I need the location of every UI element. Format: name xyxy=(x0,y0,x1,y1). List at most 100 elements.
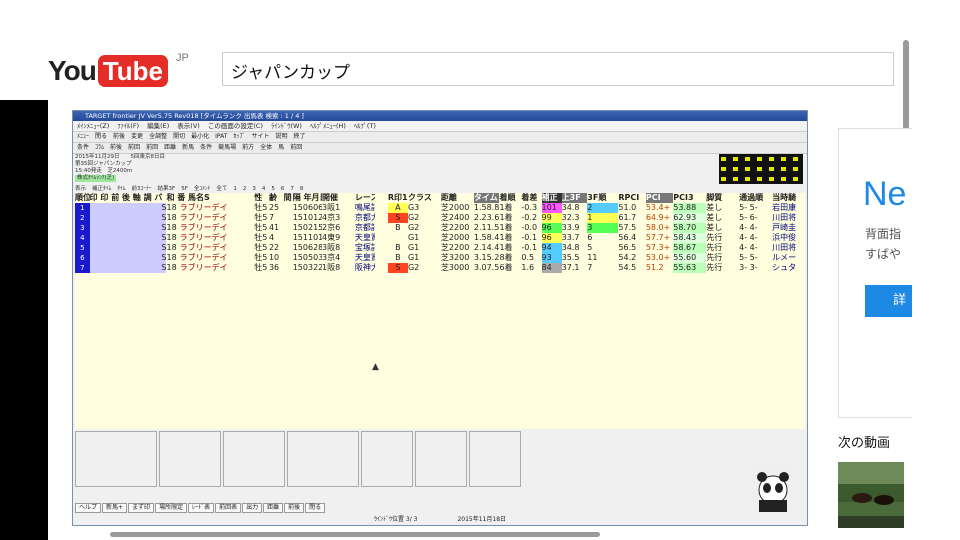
tab-8[interactable]: 1 xyxy=(233,185,237,193)
ad-details-button[interactable]: 詳 xyxy=(865,285,913,317)
table-row[interactable]: 1S18ラブリーデイ牡5251506063阪1鳴尾記念G3AG3芝20001.5… xyxy=(75,203,805,213)
table-row[interactable]: 6S18ラブリーデイ牡5101505033京4天皇賞春G1BG1芝32003.1… xyxy=(75,253,805,263)
menu-item-help[interactable]: ﾍﾙﾌﾟ(T) xyxy=(354,121,376,131)
tool2-9[interactable]: 前方 xyxy=(242,143,254,153)
tab-7[interactable]: 全て xyxy=(216,185,227,193)
cell-horse-name[interactable]: ラブリーデイ xyxy=(180,233,228,242)
fkey-f8[interactable]: 距離 xyxy=(263,503,284,513)
header-interval[interactable]: 間 xyxy=(284,193,293,203)
tool2-12[interactable]: 前回 xyxy=(290,143,302,153)
filter-group-period[interactable] xyxy=(223,431,285,487)
tab-4[interactable]: 結果3F xyxy=(158,185,176,193)
tool-menu[interactable]: ﾒﾆｭｰ xyxy=(77,132,89,142)
filter-group-track[interactable] xyxy=(469,431,521,487)
tool-exit[interactable]: 終了 xyxy=(293,132,305,142)
vertical-scrollbar[interactable] xyxy=(903,40,909,130)
fkey-f6[interactable]: 前回表 xyxy=(215,503,242,513)
header-style[interactable]: 脚質 xyxy=(706,193,739,203)
search-input[interactable]: ジャパンカップ xyxy=(222,52,894,86)
header-pci[interactable]: PCI xyxy=(645,193,674,203)
channel-watermark[interactable] xyxy=(749,464,797,512)
tab-1[interactable]: 補正ﾀｲﾑ xyxy=(92,185,111,193)
tab-3[interactable]: 前3ｺｰﾅｰ xyxy=(132,185,152,193)
header-hosei[interactable]: 補正 xyxy=(541,193,562,203)
header-jockey[interactable]: 当時騎 xyxy=(772,193,805,203)
menu-item-window[interactable]: ﾗｲﾝﾄﾞｳ(W) xyxy=(271,121,302,131)
header-time[interactable]: タイム xyxy=(473,193,500,203)
tool-close[interactable]: 閉る xyxy=(95,132,107,142)
header-horse[interactable]: 和 番 馬名S xyxy=(166,193,254,203)
tool2-3[interactable]: 前回 xyxy=(128,143,140,153)
tool2-5[interactable]: 距離 xyxy=(164,143,176,153)
cell-horse-name[interactable]: ラブリーデイ xyxy=(180,243,228,252)
tool2-4[interactable]: 前回 xyxy=(146,143,158,153)
tab-6[interactable]: 全ｺﾒﾝﾄ xyxy=(194,185,211,193)
fkey-f4[interactable]: 場所限定 xyxy=(155,503,188,513)
tool2-11[interactable]: 馬 xyxy=(278,143,284,153)
header-meeting[interactable]: 開催 xyxy=(322,193,355,203)
tool2-6[interactable]: 新馬 xyxy=(182,143,194,153)
header-rmark[interactable]: R印1 xyxy=(388,193,408,203)
tab-15[interactable]: 8 xyxy=(300,185,304,193)
header-rpci[interactable]: RPCI xyxy=(618,193,645,203)
tool2-8[interactable]: 競馬場 xyxy=(218,143,236,153)
tab-12[interactable]: 5 xyxy=(271,185,275,193)
header-distance[interactable]: 距離 xyxy=(441,193,474,203)
header-finish[interactable]: 着順 xyxy=(499,193,521,203)
menu-item-view[interactable]: 表示(V) xyxy=(177,121,200,131)
tool-site[interactable]: サイト xyxy=(251,132,269,142)
header-marks[interactable]: 印 印 前 後 軸 調 バ xyxy=(89,193,167,203)
cell-horse-name[interactable]: ラブリーデイ xyxy=(180,263,228,272)
tool-prevnext[interactable]: 前後 xyxy=(113,132,125,142)
tool-cup[interactable]: ｶｯﾌﾟ xyxy=(233,132,245,142)
table-row[interactable]: 5S18ラブリーデイ牡5221506283阪8宝塚記念G1BG1芝22002.1… xyxy=(75,243,805,253)
header-racename[interactable]: レース名 xyxy=(355,193,375,203)
menu-item-edit[interactable]: 編集(E) xyxy=(147,121,169,131)
tab-14[interactable]: 7 xyxy=(290,185,294,193)
filter-group-course[interactable] xyxy=(287,431,359,487)
header-margin[interactable]: 着差 xyxy=(521,193,541,203)
header-rank[interactable]: 順位 xyxy=(75,193,90,203)
tab-0[interactable]: 表示 xyxy=(75,185,86,193)
filter-group-class[interactable] xyxy=(415,431,467,487)
header-up3f[interactable]: 上3F xyxy=(561,193,588,203)
tool-toggle[interactable]: 開切 xyxy=(173,132,185,142)
tool2-1[interactable]: ｺﾗﾑ xyxy=(95,143,104,153)
tool-ipat[interactable]: IPAT xyxy=(215,132,227,142)
tool-minimize[interactable]: 最小化 xyxy=(191,132,209,142)
tab-2[interactable]: ﾀｲﾑ xyxy=(117,185,125,193)
cell-horse-name[interactable]: ラブリーデイ xyxy=(180,253,228,262)
menu-item-file[interactable]: ﾌｧｲﾙ(F) xyxy=(117,121,139,131)
tool2-0[interactable]: 条件 xyxy=(77,143,89,153)
header-age[interactable]: 齢 xyxy=(269,193,284,203)
table-row[interactable]: 4S18ラブリーデイ牡541511014東9天皇賞秋G1G1芝20001.58.… xyxy=(75,233,805,243)
tool2-10[interactable]: 全体 xyxy=(260,143,272,153)
horizontal-scrollbar[interactable] xyxy=(110,532,600,537)
fkey-f1[interactable]: ヘルプ xyxy=(75,503,102,513)
fkey-f3[interactable]: まず印 xyxy=(128,503,155,513)
fkey-f9[interactable]: 前後 xyxy=(284,503,305,513)
tab-11[interactable]: 4 xyxy=(262,185,266,193)
header-3frank[interactable]: 3F順 xyxy=(587,193,618,203)
next-video-thumbnail[interactable] xyxy=(838,462,904,528)
tab-9[interactable]: 2 xyxy=(243,185,247,193)
tool-change[interactable]: 変更 xyxy=(131,132,143,142)
ad-panel[interactable]: Ne 背面指 すばや 詳 xyxy=(838,128,913,418)
header-date[interactable]: 隔 年月日 xyxy=(293,193,322,203)
header-passing[interactable]: 通過順 xyxy=(739,193,772,203)
tab-5[interactable]: 5F xyxy=(181,185,188,193)
table-row[interactable]: 7S18ラブリーデイ牡5361503221阪8阪神大賞G2SG2芝30003.0… xyxy=(75,263,805,273)
filter-group-time[interactable] xyxy=(75,431,157,487)
youtube-logo[interactable]: You Tube JP xyxy=(48,52,189,88)
filter-group-condition[interactable] xyxy=(361,431,413,487)
table-row[interactable]: 2S18ラブリーデイ牡571510124京3京都大賞G2SG2芝24002.23… xyxy=(75,213,805,223)
menu-item-help-menu[interactable]: ﾍﾙﾌﾟﾒﾆｭｰ(H) xyxy=(310,121,346,131)
menu-item-main[interactable]: ﾒｲﾝﾒﾆｭｰ(Z) xyxy=(77,121,109,131)
cell-horse-name[interactable]: ラブリーデイ xyxy=(180,223,228,232)
tool2-7[interactable]: 条件 xyxy=(200,143,212,153)
header-pci3[interactable]: PCI3 xyxy=(673,193,706,203)
cell-horse-name[interactable]: ラブリーデイ xyxy=(180,203,228,212)
menu-item-settings[interactable]: この画面の設定(C) xyxy=(208,121,263,131)
tool-explain[interactable]: 説明 xyxy=(275,132,287,142)
fkey-f5[interactable]: ﾚｰﾄﾞ表 xyxy=(188,503,215,513)
